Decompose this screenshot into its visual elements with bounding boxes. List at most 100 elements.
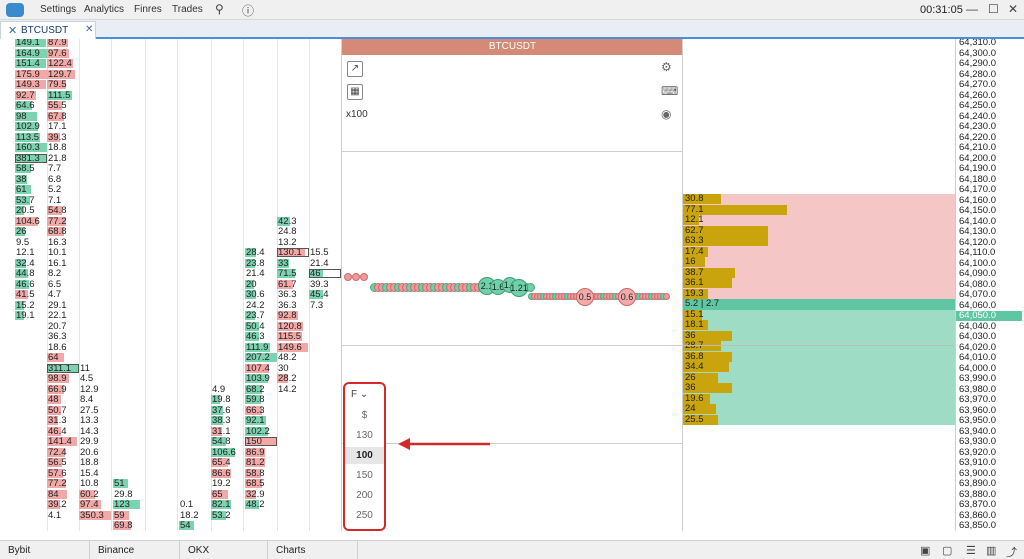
footprint-columns: 3105.62964.92625.422491458.21639.31592.6…: [0, 39, 342, 531]
footprint-cell: 15.4: [80, 468, 99, 478]
footprint-cell: 51: [114, 479, 125, 488]
footprint-cell: 7.3: [310, 300, 324, 310]
footprint-cell: 111.9: [246, 342, 269, 352]
dropdown-option-200[interactable]: 200: [345, 487, 384, 504]
footprint-cell: 11: [80, 363, 90, 373]
window-icon[interactable]: ▢: [942, 544, 952, 557]
dropdown-option-250[interactable]: 250: [345, 507, 384, 524]
footprint-cell: 27.5: [80, 405, 99, 415]
footprint-cell: 13.2: [278, 237, 297, 247]
eye-icon[interactable]: ◉: [661, 107, 671, 121]
bottom-tab-okx[interactable]: OKX: [180, 541, 268, 559]
footprint-cell: 46.3: [246, 332, 265, 341]
footprint-cell: 77.2: [48, 216, 67, 226]
orderbook-value: 17.4: [685, 245, 704, 257]
footprint-cell: 4.9: [212, 384, 226, 394]
dropdown-option-130[interactable]: 130: [345, 427, 384, 444]
orderbook-value: 24: [685, 403, 696, 414]
chart-type-icon[interactable]: ↗: [347, 61, 363, 77]
panel-title: BTCUSDT: [342, 39, 683, 55]
divider: [342, 443, 683, 444]
minimize-button[interactable]: —: [966, 2, 978, 16]
menu-finres[interactable]: Finres: [134, 4, 162, 15]
footprint-cell: 69.8: [114, 521, 133, 530]
price-tick: 64,060.0: [959, 299, 996, 311]
pin-icon[interactable]: ⚲: [215, 2, 224, 16]
footprint-cell: 48: [48, 395, 59, 404]
tab-close-icon[interactable]: ✕: [85, 24, 93, 35]
footprint-cell: 48.2: [246, 500, 265, 509]
price-tick: 64,090.0: [959, 268, 996, 279]
footprint-cell: 130.1: [277, 248, 309, 257]
footprint-cell: 98: [16, 111, 27, 121]
list-icon[interactable]: ☰: [966, 544, 976, 557]
bottom-tab-bybit[interactable]: Bybit: [0, 541, 90, 559]
help-icon[interactable]: ⓘ: [242, 2, 254, 19]
footprint-cell: 149.1: [16, 39, 40, 47]
close-button[interactable]: ✕: [1008, 2, 1018, 16]
chart-icon[interactable]: ▥: [986, 544, 996, 557]
orderbook-row: 19.6: [683, 393, 956, 404]
menu-trades[interactable]: Trades: [172, 4, 203, 15]
footprint-cell: 106.6: [212, 447, 236, 457]
share-icon[interactable]: ⤴: [1006, 544, 1017, 559]
price-tick: 64,200.0: [959, 152, 996, 164]
clock: 00:31:05: [920, 4, 963, 16]
orderbook-value: 28.7: [685, 341, 704, 351]
maximize-button[interactable]: ☐: [988, 2, 999, 16]
footprint-cell: 48.2: [278, 353, 297, 362]
menu-analytics[interactable]: Analytics: [84, 4, 124, 15]
price-tick: 64,220.0: [959, 131, 996, 143]
dropdown-head[interactable]: F ⌄: [351, 389, 368, 400]
footprint-cell: 12.9: [80, 384, 99, 394]
screenshot-icon[interactable]: ▣: [920, 544, 930, 557]
settings-gear-icon[interactable]: ⚙: [661, 60, 672, 74]
price-tick: 64,290.0: [959, 58, 996, 69]
menu-settings[interactable]: Settings: [40, 4, 76, 15]
dropdown-option-150[interactable]: 150: [345, 467, 384, 484]
footprint-cell: 56.5: [48, 458, 67, 467]
scale-dropdown[interactable]: F ⌄ $130 100 150 200 250: [343, 382, 386, 531]
footprint-cell: 102.9: [16, 122, 40, 131]
footprint-cell: 33: [278, 258, 289, 268]
footprint-cell: 46.4: [48, 426, 67, 436]
orderbook-row: 26: [683, 372, 956, 383]
main-chart-panel: BTCUSDT ↗ ▦ ⚙ ⌨ ◉ x100 2.11.61.11.210.50…: [341, 39, 683, 531]
dropdown-option-100[interactable]: 100: [345, 447, 384, 464]
price-tick: 64,140.0: [959, 215, 996, 227]
tab-btcusdt[interactable]: ✕ BTCUSDT ✕: [0, 21, 96, 39]
orderbook-row: 62.7: [683, 225, 956, 236]
footprint-cell: 81.2: [246, 458, 265, 467]
footprint-cell: 58.8: [246, 468, 265, 478]
footprint-cell: 104.6: [16, 216, 40, 226]
keyboard-icon[interactable]: ⌨: [661, 84, 678, 98]
orderbook-row: 38.7: [683, 267, 956, 278]
footprint-cell: 111.5: [48, 90, 71, 100]
footprint-cell: 28.4: [246, 248, 265, 257]
bottom-tab-charts[interactable]: Charts: [268, 541, 358, 559]
dropdown-option-$[interactable]: $: [345, 407, 384, 424]
footprint-cell: 175.9: [16, 69, 40, 79]
price-tick: 64,160.0: [959, 194, 996, 206]
footprint-cell: 149.6: [278, 342, 302, 352]
footprint-cell: 17.1: [48, 122, 67, 131]
footprint-cell: 24.8: [278, 227, 297, 236]
footprint-cell: 18.8: [48, 143, 67, 152]
footprint-cell: 5.2: [48, 185, 62, 194]
price-tick: 64,210.0: [959, 142, 996, 153]
divider: [342, 345, 683, 346]
orderbook-row: 17.4: [683, 245, 956, 257]
menu-bar: Settings Analytics Finres Trades ⚲ ⓘ 00:…: [0, 0, 1024, 20]
footprint-cell: 115.5: [278, 332, 302, 341]
footprint-cell: 21.8: [48, 153, 67, 163]
calculator-icon[interactable]: ▦: [347, 84, 363, 100]
footprint-cell: 87.9: [48, 39, 67, 47]
footprint-cell: 41.5: [16, 290, 35, 299]
footprint-cell: 28.2: [278, 374, 297, 383]
footprint-cell: 19.1: [16, 311, 35, 320]
footprint-cell: 160.3: [16, 143, 40, 152]
footprint-cell: 53.7: [16, 195, 35, 205]
bottom-tab-binance[interactable]: Binance: [90, 541, 180, 559]
footprint-cell: 32.9: [246, 489, 265, 499]
footprint-cell: 31.3: [48, 416, 67, 425]
